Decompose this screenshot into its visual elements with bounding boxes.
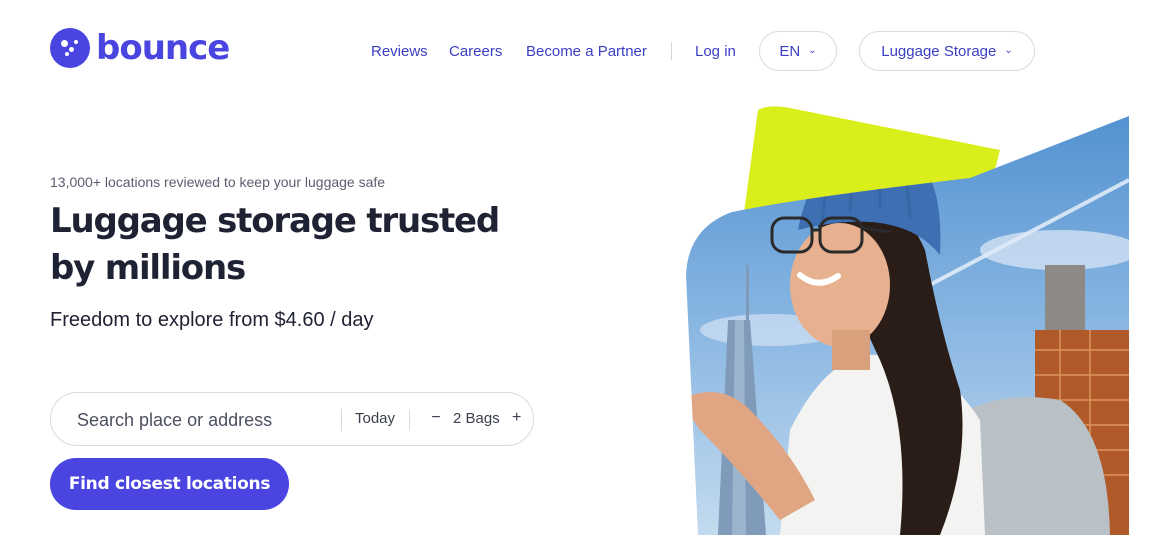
search-input[interactable] xyxy=(77,407,339,433)
find-locations-button[interactable]: Find closest locations xyxy=(50,458,289,510)
nav-partner-link[interactable]: Become a Partner xyxy=(526,43,647,60)
service-label: Luggage Storage xyxy=(881,42,997,60)
brand-name: bounce xyxy=(96,28,230,68)
landing-page: bounce Reviews Careers Become a Partner … xyxy=(0,0,1157,535)
logo-icon xyxy=(50,28,90,68)
language-label: EN xyxy=(779,42,801,60)
decrease-bags-button[interactable]: − xyxy=(429,409,443,427)
increase-bags-button[interactable]: + xyxy=(510,409,524,427)
hero-headline: Luggage storage trusted by millions xyxy=(50,201,500,288)
nav-divider xyxy=(671,42,672,60)
chevron-down-icon: ⌄ xyxy=(1004,44,1013,56)
hero-eyebrow: 13,000+ locations reviewed to keep your … xyxy=(50,174,386,190)
chevron-down-icon: ⌄ xyxy=(808,44,817,56)
bounce-logo[interactable]: bounce xyxy=(50,28,230,68)
date-selector[interactable]: Today xyxy=(355,410,395,427)
service-selector[interactable]: Luggage Storage ⌄ xyxy=(859,31,1035,71)
nav-reviews-link[interactable]: Reviews xyxy=(371,43,428,60)
search-divider xyxy=(341,409,342,431)
bags-stepper: − 2 Bags + xyxy=(429,409,524,427)
hero-subhead: Freedom to explore from $4.60 / day xyxy=(50,309,374,331)
hero-image xyxy=(686,100,1157,535)
nav-careers-link[interactable]: Careers xyxy=(449,43,502,60)
search-bar: Today − 2 Bags + xyxy=(50,392,534,446)
search-divider xyxy=(409,409,410,431)
bags-count: 2 Bags xyxy=(453,409,500,427)
language-selector[interactable]: EN ⌄ xyxy=(759,31,837,71)
nav-login-link[interactable]: Log in xyxy=(695,43,736,60)
